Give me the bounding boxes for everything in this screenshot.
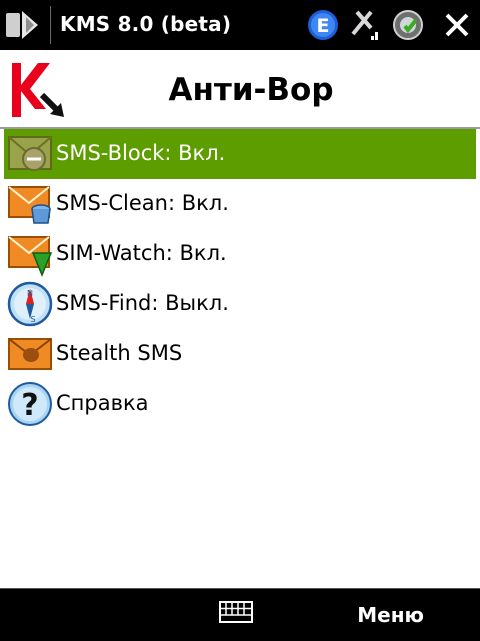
close-icon[interactable] <box>440 8 474 42</box>
menu-item-label: SMS-Clean: Вкл. <box>56 191 229 215</box>
menu-item-sms-block[interactable]: SMS-Block: Вкл. <box>4 129 476 179</box>
volume-icon[interactable] <box>391 8 425 42</box>
menu-item-help[interactable]: ? Справка <box>4 379 476 429</box>
app-header: Анти-Вор <box>0 50 480 129</box>
status-separator <box>50 6 51 44</box>
status-bar: KMS 8.0 (beta) E <box>0 0 480 50</box>
menu-item-label: Справка <box>56 391 149 415</box>
sms-block-icon <box>8 136 52 171</box>
menu-list: SMS-Block: Вкл. SMS-Clean: Вкл. SIM-Watc… <box>0 129 480 429</box>
keyboard-icon[interactable] <box>219 601 253 623</box>
svg-text:N: N <box>27 289 33 298</box>
compass-icon: N S <box>7 281 53 327</box>
menu-item-sms-clean[interactable]: SMS-Clean: Вкл. <box>4 179 476 229</box>
menu-item-stealth-sms[interactable]: Stealth SMS <box>4 329 476 379</box>
svg-text:?: ? <box>21 388 38 423</box>
menu-item-label: SIM-Watch: Вкл. <box>56 241 227 265</box>
start-flag-icon[interactable] <box>4 7 44 43</box>
e-connection-icon[interactable]: E <box>306 8 340 42</box>
menu-softkey[interactable]: Меню <box>357 603 424 627</box>
window-title: KMS 8.0 (beta) <box>60 12 232 36</box>
menu-item-sms-find[interactable]: N S SMS-Find: Выкл. <box>4 279 476 329</box>
page-title: Анти-Вор <box>168 72 334 108</box>
menu-item-label: SMS-Find: Выкл. <box>56 291 229 315</box>
menu-item-sim-watch[interactable]: SIM-Watch: Вкл. <box>4 229 476 279</box>
sms-clean-icon <box>8 186 51 224</box>
svg-text:E: E <box>317 15 330 37</box>
svg-text:S: S <box>30 315 35 324</box>
menu-item-label: Stealth SMS <box>56 341 183 365</box>
antenna-signal-icon[interactable] <box>347 8 381 42</box>
menu-item-label: SMS-Block: Вкл. <box>56 141 226 165</box>
stealth-sms-icon <box>8 338 52 370</box>
sim-watch-icon <box>8 236 53 277</box>
softkey-bar: Меню <box>0 588 480 641</box>
help-icon: ? <box>8 382 52 426</box>
